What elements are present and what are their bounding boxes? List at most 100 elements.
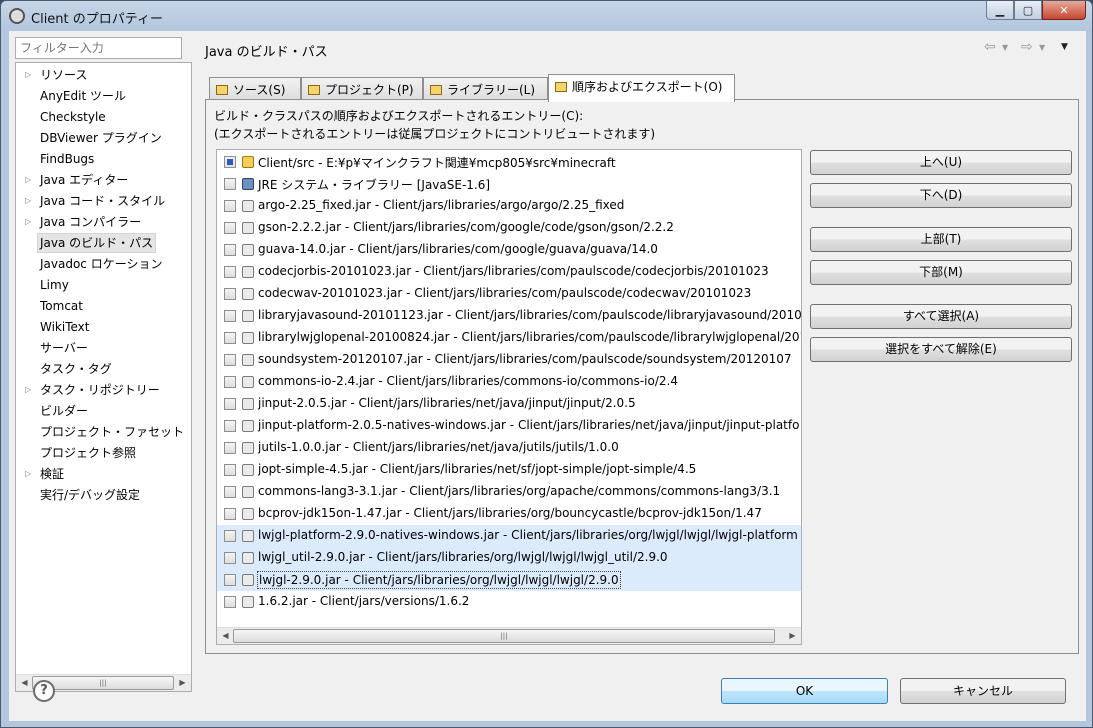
export-checkbox[interactable] [224,574,236,586]
nav-item-label: DBViewer プラグイン [40,131,162,145]
export-checkbox[interactable] [224,398,236,410]
title-bar[interactable]: Client のプロパティー ▁ ▢ ✕ [1,1,1092,31]
export-checkbox[interactable] [224,552,236,564]
list-item[interactable]: JRE システム・ライブラリー [JavaSE-1.6] [217,173,801,195]
scroll-left-icon[interactable]: ◀ [218,629,233,643]
nav-item-label: FindBugs [40,152,95,166]
export-checkbox[interactable] [224,464,236,476]
move-up-button[interactable]: 上へ(U) [810,150,1072,175]
jar-icon [242,574,254,586]
help-button[interactable]: ? [33,680,55,702]
forward-dropdown-icon[interactable]: ▼ [1039,43,1045,52]
cancel-button[interactable]: キャンセル [900,678,1066,704]
expand-arrow-icon[interactable]: ▷ [25,191,31,211]
preference-tree[interactable]: 実行/デバッグ設定 ▷ 検証 プロジェクト参照 プロジェクト・ファセット ビルダー ▷ タスク… [15,62,192,692]
tab[interactable]: プロジェクト(P) [301,77,423,101]
list-item[interactable]: codecwav-20101023.jar - Client/jars/libr… [217,283,801,305]
export-checkbox[interactable] [224,508,236,520]
expand-arrow-icon[interactable]: ▷ [25,464,31,484]
nav-item-label: Java コンパイラー [40,215,142,229]
expand-arrow-icon[interactable]: ▷ [25,65,31,85]
entry-label: Client/src - E:¥p¥マインクラフト関連¥mcp805¥src¥m… [258,156,616,170]
list-item[interactable]: librarylwjglopenal-20100824.jar - Client… [217,327,801,349]
expand-arrow-icon[interactable]: ▷ [25,380,31,400]
tab[interactable]: ソース(S) [209,77,301,101]
entry-label: lwjgl-2.9.0.jar - Client/jars/libraries/… [257,571,621,589]
library-icon [430,85,442,95]
list-item[interactable]: libraryjavasound-20101123.jar - Client/j… [217,305,801,327]
classpath-entry-list[interactable]: Client/src - E:¥p¥マインクラフト関連¥mcp805¥src¥m… [216,149,802,645]
select-all-button[interactable]: すべて選択(A) [810,304,1072,329]
list-item[interactable]: bcprov-jdk15on-1.47.jar - Client/jars/li… [217,503,801,525]
entry-label: commons-lang3-3.1.jar - Client/jars/libr… [258,484,781,498]
filter-input[interactable] [15,37,182,59]
tab-label: ライブラリー(L) [447,83,536,97]
expand-arrow-icon[interactable]: ▷ [25,170,31,190]
tab[interactable]: ライブラリー(L) [423,77,548,101]
export-checkbox[interactable] [224,178,236,190]
list-item[interactable]: Client/src - E:¥p¥マインクラフト関連¥mcp805¥src¥m… [217,151,801,173]
export-checkbox[interactable] [224,156,236,168]
scroll-left-icon[interactable]: ◀ [17,676,32,690]
move-down-button[interactable]: 下へ(D) [810,183,1072,208]
jar-icon [242,310,254,322]
export-checkbox[interactable] [224,596,236,608]
export-checkbox[interactable] [224,200,236,212]
close-button[interactable]: ✕ [1042,1,1086,20]
export-checkbox[interactable] [224,442,236,454]
scroll-thumb[interactable]: ||| [233,629,775,643]
list-item[interactable]: commons-lang3-3.1.jar - Client/jars/libr… [217,481,801,503]
list-item[interactable]: 1.6.2.jar - Client/jars/versions/1.6.2 [217,591,801,613]
nav-item-label: WikiText [40,320,90,334]
jar-icon [242,464,254,476]
deselect-all-button[interactable]: 選択をすべて解除(E) [810,337,1072,362]
list-item[interactable]: commons-io-2.4.jar - Client/jars/librari… [217,371,801,393]
nav-item-label: Checkstyle [40,110,106,124]
ok-button[interactable]: OK [721,678,888,704]
move-bottom-button[interactable]: 下部(M) [810,260,1072,285]
export-checkbox[interactable] [224,376,236,388]
export-checkbox[interactable] [224,222,236,234]
nav-item-label: タスク・リポジトリー [40,383,160,397]
export-checkbox[interactable] [224,332,236,344]
maximize-icon: ▢ [1022,3,1034,17]
jar-icon [242,332,254,344]
move-top-button[interactable]: 上部(T) [810,227,1072,252]
list-item[interactable]: argo-2.25_fixed.jar - Client/jars/librar… [217,195,801,217]
list-item[interactable]: lwjgl_util-2.9.0.jar - Client/jars/libra… [217,547,801,569]
maximize-button[interactable]: ▢ [1014,1,1042,20]
list-horizontal-scrollbar[interactable]: ◀ ||| ▶ [217,627,801,644]
list-item[interactable]: jopt-simple-4.5.jar - Client/jars/librar… [217,459,801,481]
tab[interactable]: 順序およびエクスポート(O) [548,74,735,102]
export-checkbox[interactable] [224,310,236,322]
list-item[interactable]: jinput-2.0.5.jar - Client/jars/libraries… [217,393,801,415]
list-item[interactable]: jutils-1.0.0.jar - Client/jars/libraries… [217,437,801,459]
forward-icon[interactable]: ⇨ [1021,39,1033,55]
list-item[interactable]: gson-2.2.2.jar - Client/jars/libraries/c… [217,217,801,239]
jar-icon [242,420,254,432]
back-dropdown-icon[interactable]: ▼ [1002,43,1008,52]
list-item[interactable]: soundsystem-20120107.jar - Client/jars/l… [217,349,801,371]
list-item[interactable]: codecjorbis-20101023.jar - Client/jars/l… [217,261,801,283]
scroll-right-icon[interactable]: ▶ [785,629,800,643]
export-checkbox[interactable] [224,288,236,300]
back-icon[interactable]: ⇦ [984,39,996,55]
list-item[interactable]: guava-14.0.jar - Client/jars/libraries/c… [217,239,801,261]
list-item[interactable]: jinput-platform-2.0.5-natives-windows.ja… [217,415,801,437]
export-checkbox[interactable] [224,244,236,256]
list-item[interactable]: lwjgl-platform-2.9.0-natives-windows.jar… [217,525,801,547]
expand-arrow-icon[interactable]: ▷ [25,212,31,232]
export-checkbox[interactable] [224,354,236,366]
scroll-right-icon[interactable]: ▶ [175,676,190,690]
nav-item-label: Javadoc ロケーション [40,257,163,271]
export-checkbox[interactable] [224,530,236,542]
export-checkbox[interactable] [224,486,236,498]
entry-label: codecjorbis-20101023.jar - Client/jars/l… [258,264,769,278]
export-checkbox[interactable] [224,266,236,278]
export-checkbox[interactable] [224,420,236,432]
entry-label: soundsystem-20120107.jar - Client/jars/l… [258,352,792,366]
view-menu-icon[interactable]: ▼ [1061,42,1068,52]
minimize-button[interactable]: ▁ [986,1,1014,20]
list-item[interactable]: lwjgl-2.9.0.jar - Client/jars/libraries/… [217,569,801,591]
order-export-icon [555,82,567,92]
